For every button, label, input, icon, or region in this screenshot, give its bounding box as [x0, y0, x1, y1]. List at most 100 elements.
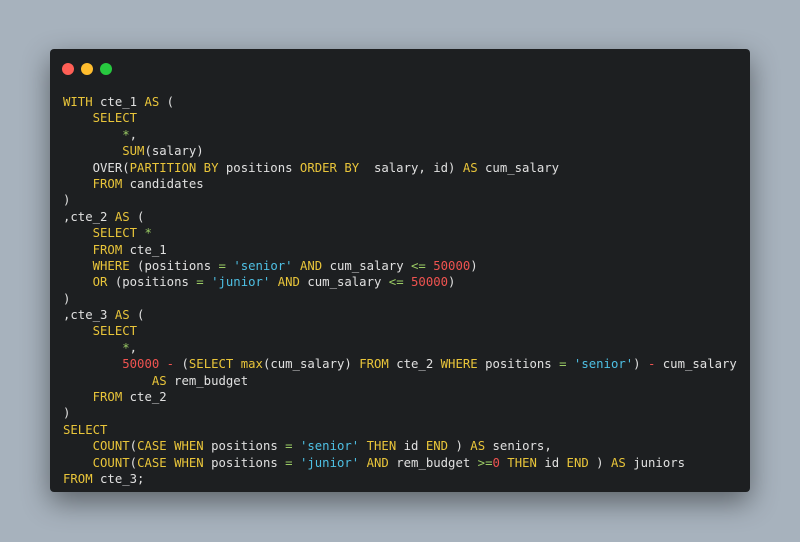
code-token: cte_1 — [122, 242, 167, 257]
code-token: cum_salary — [477, 160, 560, 175]
code-token: ( — [159, 95, 175, 109]
code-token: AND — [299, 258, 323, 273]
code-line: SELECT * — [63, 225, 750, 241]
code-token: 0 — [492, 455, 500, 470]
code-token: 'senior' — [573, 357, 634, 372]
code-token: ) — [448, 439, 471, 454]
code-token: ) — [63, 406, 71, 421]
code-line: SELECT — [63, 110, 750, 126]
code-line: COUNT(CASE WHEN positions = 'senior' THE… — [63, 438, 750, 454]
code-line: WHERE (positions = 'senior' AND cum_sala… — [63, 258, 750, 274]
code-token: rem_budget — [166, 373, 249, 388]
code-token: = — [559, 357, 567, 372]
code-token: seniors, — [485, 439, 552, 454]
code-token: positions — [203, 439, 286, 454]
code-line: WITH cte_1 AS ( — [63, 94, 750, 110]
code-line: 50000 - (SELECT max(cum_salary) FROM cte… — [63, 356, 750, 372]
code-token: cte_1 — [92, 95, 145, 109]
code-token: id — [536, 455, 567, 470]
code-token: 'senior' — [233, 258, 293, 273]
code-token: cte_2 — [388, 357, 441, 372]
close-dot-icon[interactable] — [62, 63, 74, 75]
code-line: FROM cte_2 — [63, 389, 750, 405]
code-token: SELECT — [63, 422, 108, 437]
code-token: COUNT — [92, 439, 130, 454]
code-token: END — [425, 439, 449, 454]
code-token: , — [129, 340, 138, 355]
code-token: * — [122, 127, 130, 142]
code-token: FROM — [359, 357, 389, 372]
code-line: OVER(PARTITION BY positions ORDER BY sal… — [63, 160, 750, 176]
code-line: *, — [63, 127, 750, 143]
code-line: ,cte_2 AS ( — [63, 209, 750, 225]
code-token: 'junior' — [211, 275, 271, 290]
code-token: (positions — [107, 275, 197, 290]
code-token: COUNT — [92, 455, 130, 470]
code-token: 50000 — [411, 275, 449, 290]
code-token: candidates — [122, 176, 204, 191]
code-token: positions — [218, 160, 300, 175]
code-token: ( — [174, 357, 189, 372]
code-line: FROM candidates — [63, 176, 750, 192]
code-token: ) — [63, 291, 71, 306]
code-token: cte_3; — [92, 471, 145, 486]
code-line: COUNT(CASE WHEN positions = 'junior' AND… — [63, 455, 750, 471]
code-line: SELECT — [63, 422, 750, 438]
code-token: ,cte_3 — [63, 308, 115, 323]
code-token: (cum_salary) — [262, 357, 360, 372]
code-token: ) — [448, 275, 456, 290]
code-token: WITH — [63, 95, 93, 109]
code-token: 'junior' — [299, 455, 360, 470]
code-token: WHEN — [174, 455, 204, 470]
code-token: AS — [462, 160, 478, 175]
code-token: * — [122, 340, 130, 355]
code-token: WHEN — [174, 439, 204, 454]
code-token: (positions — [129, 258, 219, 273]
code-token: ) — [588, 455, 611, 470]
code-token: SUM — [122, 144, 145, 159]
code-token: THEN — [507, 455, 537, 470]
code-token: <= — [388, 275, 404, 290]
code-token: AS — [470, 439, 486, 454]
code-token: cum_salary — [655, 357, 737, 372]
code-token: = — [196, 275, 204, 290]
zoom-dot-icon[interactable] — [100, 63, 112, 75]
code-token: = — [218, 258, 226, 273]
code-token: ORDER BY — [299, 160, 360, 175]
window-titlebar — [50, 49, 750, 89]
code-token: ) — [63, 193, 71, 208]
code-token: WHERE — [440, 357, 478, 372]
code-line: FROM cte_3; — [63, 471, 750, 487]
code-token: max — [240, 357, 263, 372]
code-token: id — [396, 439, 426, 454]
code-token: AS — [114, 209, 130, 224]
minimize-dot-icon[interactable] — [81, 63, 93, 75]
code-token: , — [129, 127, 138, 142]
code-token: rem_budget — [388, 455, 478, 470]
code-token: salary, id) — [359, 160, 463, 175]
code-token: - — [166, 357, 175, 372]
code-line: SELECT — [63, 323, 750, 339]
code-token: ( — [129, 455, 138, 470]
code-token: PARTITION BY — [129, 160, 219, 175]
code-token: ) — [470, 258, 478, 273]
code-token: ( — [129, 209, 145, 224]
code-token: AND — [366, 455, 389, 470]
